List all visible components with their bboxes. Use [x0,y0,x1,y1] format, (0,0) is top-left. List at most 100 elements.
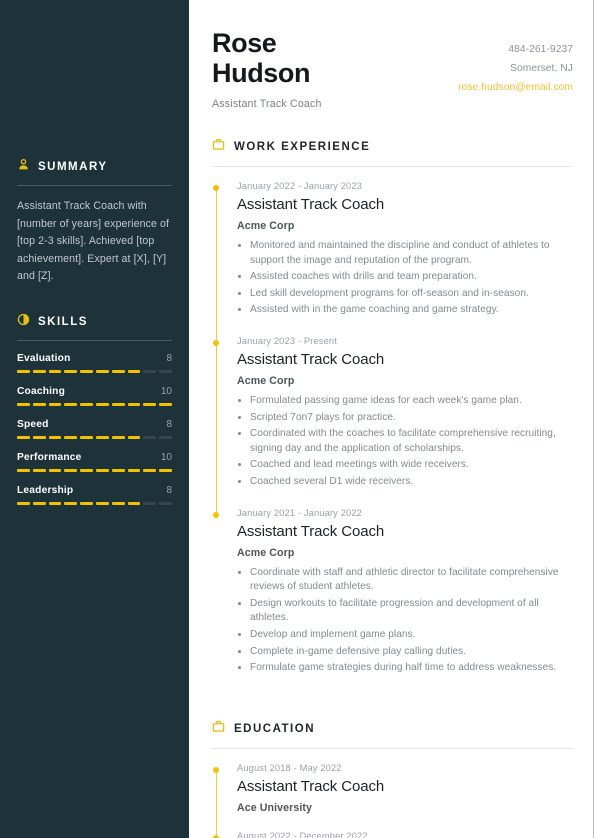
entry-organization: Acme Corp [237,374,295,387]
email-link[interactable]: rose.hudson@email.com [458,78,573,97]
job-role: Assistant Track Coach [212,98,322,110]
user-icon [17,158,30,176]
skill-score: 8 [166,352,172,364]
timeline-line [215,344,217,512]
entry-bullet: Scripted 7on7 plays for practice. [250,410,573,426]
entry-organization: Ace University [237,801,313,814]
skills-header: SKILLS [17,313,172,340]
timeline-entry: January 2021 - January 2022 Assistant Tra… [212,508,573,694]
skill-label-row: Performance 10 [17,452,172,463]
entry-date-range: January 2022 - January 2023 [237,181,362,191]
sidebar-summary-section: SUMMARY Assistant Track Coach with [numb… [17,0,172,286]
entry-bullet-list: Coordinate with staff and athletic direc… [237,565,573,676]
skill-segment [80,402,93,406]
work-experience-section: WORK EXPERIENCE January 2022 - January 2… [212,138,573,694]
skill-segment [64,501,78,505]
entry-bullet: Coached and lead meetings with wide rece… [250,457,573,473]
skill-segment [143,435,157,439]
entry-bullet: Coordinated with the coaches to facilita… [250,426,573,456]
entry-bullet-list: Monitored and maintained the discipline … [237,238,573,318]
entry-bullet: Monitored and maintained the discipline … [250,238,573,268]
first-name: Rose [212,28,277,58]
entry-title: Assistant Track Coach [237,350,385,368]
skill-segment [159,435,172,439]
skill-rating-bar [17,369,172,373]
entry-bullet: Assisted coaches with drills and team pr… [250,269,573,285]
skill-segment [17,402,30,406]
skill-rating-bar [17,468,172,472]
skill-label-row: Evaluation 8 [17,353,172,364]
skill-row: Leadership 8 [17,485,172,505]
sidebar-skills-section: SKILLS Evaluation 8 Coaching 10 Speed 8 Perfor… [17,313,172,505]
resume-header: Rose Hudson Assistant Track Coach 484-26… [212,0,573,110]
entry-bullet: Develop and implement game plans. [250,627,573,643]
skill-segment [48,468,62,472]
entry-bullet: Coordinate with staff and athletic direc… [250,565,573,595]
skill-row: Speed 8 [17,419,172,439]
timeline-line [215,771,217,835]
name-block: Rose Hudson Assistant Track Coach [212,28,322,110]
skill-score: 8 [166,484,172,496]
skill-segment [127,435,141,439]
entry-bullet: Complete in-game defensive play calling … [250,644,573,660]
skill-row: Performance 10 [17,452,172,472]
skill-name: Performance [17,451,82,463]
skill-segment [48,501,62,505]
skill-segment [111,402,125,406]
resume-page: SUMMARY Assistant Track Coach with [numb… [0,0,594,838]
skill-segment [95,402,109,406]
skill-row: Coaching 10 [17,386,172,406]
skill-segment [95,435,109,439]
skill-label-row: Leadership 8 [17,485,172,496]
skills-divider [17,339,172,341]
skill-segment [32,402,46,406]
entry-bullet: Assisted with in the game coaching and g… [250,302,573,318]
briefcase-icon [212,720,225,738]
skill-name: Evaluation [17,352,71,364]
skill-row: Evaluation 8 [17,353,172,373]
skill-label-row: Speed 8 [17,419,172,430]
skill-name: Speed [17,418,49,430]
skill-segment [143,369,157,373]
skill-segment [127,402,141,406]
skill-score: 10 [160,451,172,463]
entry-bullet: Formulate game strategies during half ti… [250,660,573,676]
education-heading: EDUCATION [234,722,316,735]
entry-bullet: Design workouts to facilitate progressio… [250,596,573,626]
timeline-entry: January 2022 - January 2023 Assistant Tra… [212,181,573,340]
entry-date-range: August 2018 - May 2022 [237,762,342,773]
skill-segment [111,435,125,439]
skill-segment [80,468,93,472]
skill-segment [80,501,93,505]
skill-segment [32,435,46,439]
skill-segment [159,468,172,472]
contact-block: 484-261-9237 Somerset, NJ rose.hudson@em… [458,28,573,97]
timeline-entry: August 2018 - May 2022 Assistant Track Co… [212,762,573,835]
entry-bullet: Coached several D1 wide receivers. [250,474,573,490]
skill-segment [127,468,141,472]
timeline-entry: August 2022 - December 2022Assistant Tra… [212,831,573,838]
skill-segment [111,369,125,373]
entry-bullet-list: Formulated passing game ideas for each w… [237,393,573,490]
skills-list: Evaluation 8 Coaching 10 Speed 8 Performance 10… [17,353,172,505]
skill-segment [111,501,125,505]
skill-segment [95,501,109,505]
skill-rating-bar [17,402,172,406]
entry-organization: Acme Corp [237,546,295,559]
skill-segment [80,435,93,439]
skill-rating-bar [17,435,172,439]
skill-segment [64,468,78,472]
skill-segment [143,402,157,406]
skills-heading: SKILLS [38,315,88,328]
skill-segment [80,369,93,373]
skill-segment [64,435,78,439]
sidebar: SUMMARY Assistant Track Coach with [numb… [0,0,189,838]
entry-title: Assistant Track Coach [237,522,385,540]
skill-segment [17,468,30,472]
skill-segment [32,501,46,505]
location: Somerset, NJ [510,63,573,74]
skill-segment [64,369,78,373]
briefcase-icon [212,138,225,156]
skill-segment [32,369,46,373]
skill-name: Leadership [17,484,74,496]
